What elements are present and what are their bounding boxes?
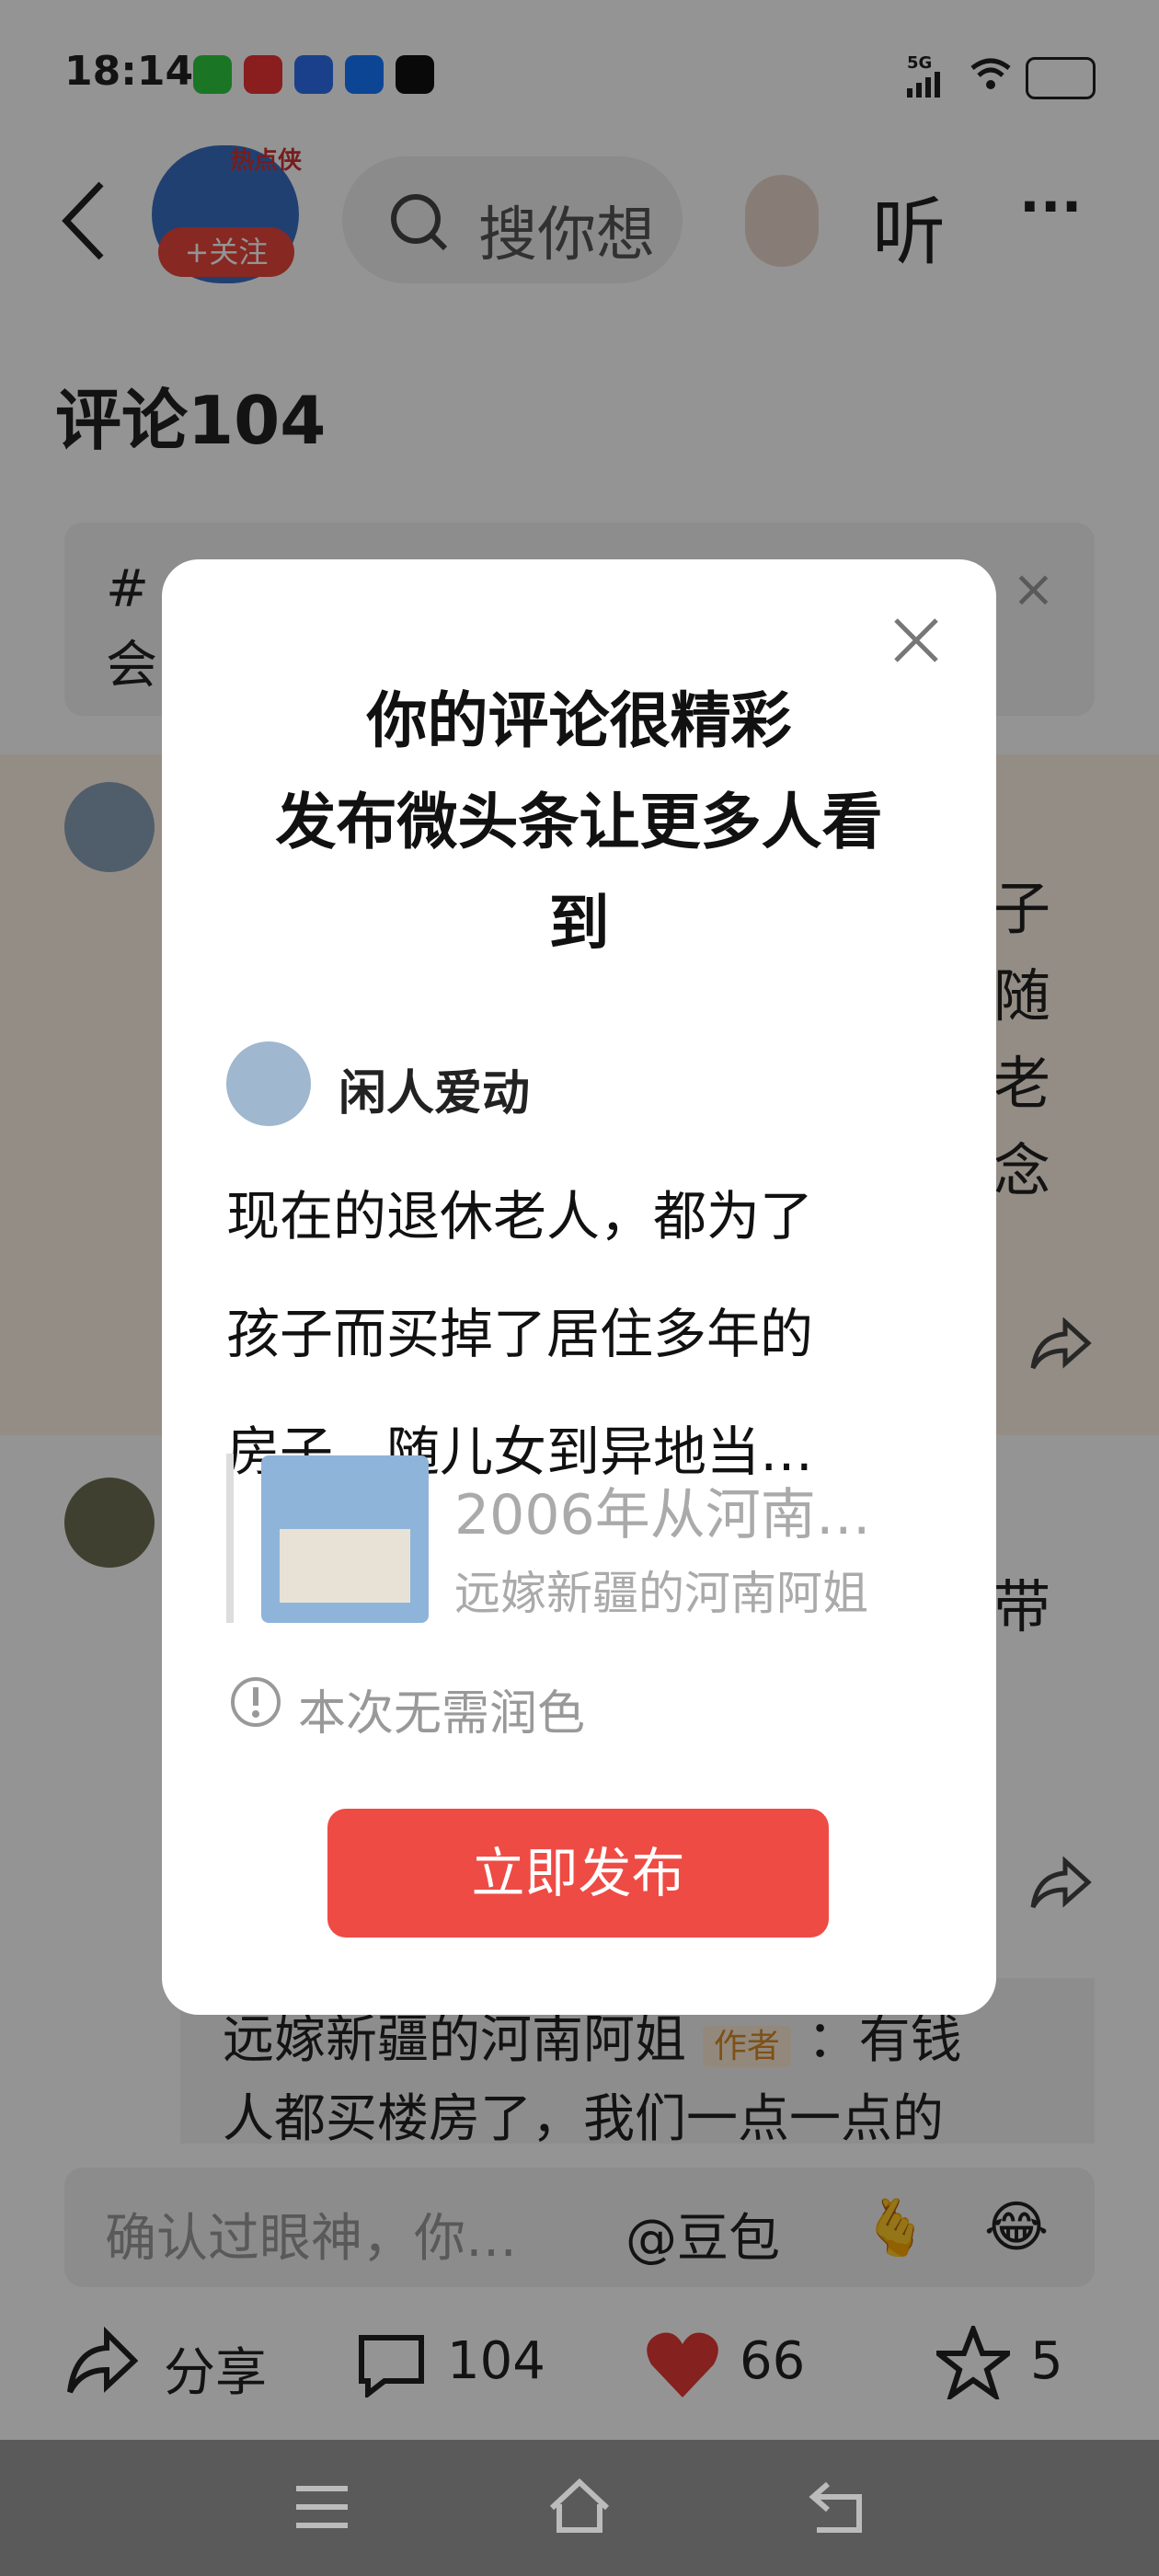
notice-text: 本次无需润色 — [298, 1686, 586, 1742]
system-nav-bar — [0, 2440, 1159, 2576]
quote-author: 远嫁新疆的河南阿姐 — [454, 1567, 868, 1620]
home-icon[interactable] — [546, 2477, 613, 2539]
quote-title: 2006年从河南… — [454, 1483, 871, 1547]
article-thumbnail — [261, 1455, 429, 1623]
quote-divider — [226, 1454, 234, 1623]
close-icon[interactable] — [889, 613, 944, 672]
menu-icon[interactable] — [294, 2482, 350, 2537]
info-icon — [228, 1674, 283, 1733]
publish-modal: 你的评论很精彩 发布微头条让更多人看 到 闲人爱动 现在的退休老人，都为了 孩子… — [162, 559, 996, 2015]
user-name: 闲人爱动 — [339, 1066, 531, 1121]
publish-button[interactable]: 立即发布 — [327, 1809, 829, 1938]
modal-title-line2: 发布微头条让更多人看 — [275, 787, 883, 857]
modal-title-line1: 你的评论很精彩 — [366, 685, 792, 756]
user-avatar — [226, 1041, 311, 1126]
comment-line: 现在的退休老人，都为了 — [226, 1185, 814, 1248]
house-shape — [280, 1529, 410, 1603]
modal-title-line3: 到 — [548, 888, 610, 959]
back-nav-icon[interactable] — [808, 2477, 868, 2539]
comment-line: 孩子而买掉了居住多年的 — [226, 1303, 814, 1365]
